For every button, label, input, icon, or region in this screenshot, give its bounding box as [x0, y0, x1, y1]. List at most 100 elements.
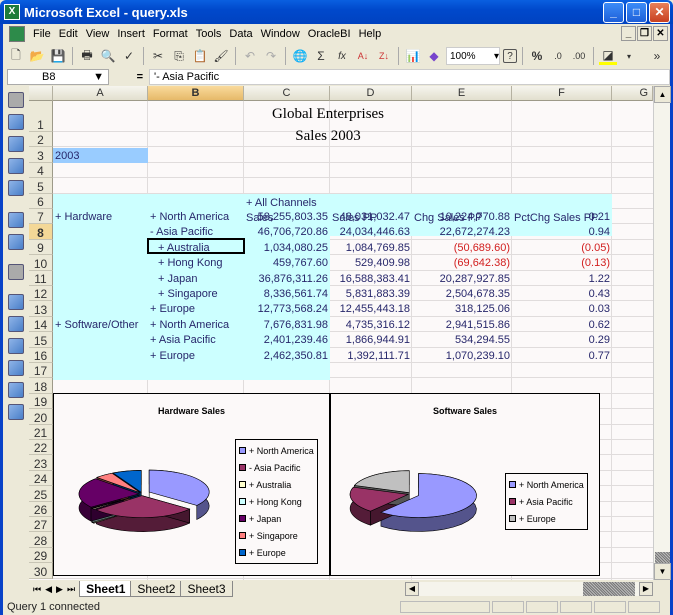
row-header-23[interactable]: 23: [29, 455, 53, 471]
row-header-28[interactable]: 28: [29, 532, 53, 548]
cell-b8[interactable]: - Asia Pacific: [148, 226, 244, 238]
row-header-4[interactable]: 4: [29, 162, 53, 179]
pivot-icon[interactable]: [8, 158, 24, 174]
cell-e9[interactable]: (50,689.60): [412, 242, 512, 254]
cell-a2[interactable]: 2003: [53, 150, 81, 162]
cell-c9[interactable]: 1,034,080.25: [244, 242, 330, 254]
cell-f16[interactable]: 0.77: [512, 350, 612, 362]
sort-descending-icon[interactable]: Z↓: [375, 47, 393, 65]
row-header-6[interactable]: 6: [29, 193, 53, 209]
scroll-up-button[interactable]: ▲: [654, 86, 671, 103]
cell-d9[interactable]: 1,084,769.85: [330, 242, 412, 254]
fill-color-dropdown-icon[interactable]: ▾: [620, 47, 638, 65]
maximize-button[interactable]: □: [626, 2, 647, 23]
menu-view[interactable]: View: [82, 28, 114, 40]
layout-icon[interactable]: [8, 316, 24, 332]
hyperlink-icon[interactable]: 🌐: [291, 47, 309, 65]
properties-icon[interactable]: [8, 294, 24, 310]
row-header-30[interactable]: 30: [29, 563, 53, 579]
cell-c11[interactable]: 36,876,311.26: [244, 273, 330, 285]
cell-d16[interactable]: 1,392,111.71: [330, 350, 412, 362]
menu-data[interactable]: Data: [225, 28, 256, 40]
excel-app-icon[interactable]: X: [4, 4, 20, 20]
row-header-22[interactable]: 22: [29, 440, 53, 456]
workbook-restore-button[interactable]: ❐: [637, 26, 652, 41]
row-header-8[interactable]: 8: [29, 224, 53, 240]
active-cell-b8[interactable]: [147, 238, 245, 254]
workbook-minimize-button[interactable]: _: [621, 26, 636, 41]
cell-f13[interactable]: 0.03: [512, 303, 612, 315]
row-header-2[interactable]: 2: [29, 132, 53, 148]
cell-d11[interactable]: 16,588,383.41: [330, 273, 412, 285]
row-header-11[interactable]: 11: [29, 270, 53, 286]
first-sheet-button[interactable]: ⏮: [33, 584, 41, 595]
cell-d10[interactable]: 529,409.98: [330, 257, 412, 269]
cell-f11[interactable]: 1.22: [512, 273, 612, 285]
row-header-29[interactable]: 29: [29, 547, 53, 564]
minimize-button[interactable]: _: [603, 2, 624, 23]
cell-a7[interactable]: + Hardware: [53, 211, 148, 223]
row-header-7[interactable]: 7: [29, 209, 53, 225]
column-header-f[interactable]: F: [512, 86, 612, 101]
column-header-g[interactable]: G: [612, 86, 653, 101]
cell-c5-all-channels[interactable]: + All Channels: [244, 197, 319, 209]
cell-f15[interactable]: 0.29: [512, 334, 612, 346]
row-header-1[interactable]: 1: [29, 101, 53, 132]
cell-f14[interactable]: 0.62: [512, 319, 612, 331]
cell-e8[interactable]: 22,672,274.23: [412, 226, 512, 238]
column-header-b[interactable]: B: [148, 86, 244, 101]
cell-b14[interactable]: + North America: [148, 319, 244, 331]
cell-b11[interactable]: + Japan: [148, 273, 244, 285]
name-box[interactable]: B8 ▼: [7, 69, 109, 85]
row-header-18[interactable]: 18: [29, 378, 53, 394]
spreadsheet-grid[interactable]: A B C D E F G 1 2 3 4 5 6 7 8 9 10 11 12 13 14 15 16 17 1…: [29, 86, 653, 580]
cell-e15[interactable]: 534,294.55: [412, 334, 512, 346]
cell-e16[interactable]: 1,070,239.10: [412, 350, 512, 362]
row-header-10[interactable]: 10: [29, 255, 53, 271]
row-header-12[interactable]: 12: [29, 286, 53, 302]
cell-e14[interactable]: 2,941,515.86: [412, 319, 512, 331]
row-header-9[interactable]: 9: [29, 239, 53, 256]
cell-c8[interactable]: 46,706,720.86: [244, 226, 330, 238]
function-icon[interactable]: fx: [333, 47, 351, 65]
cell-c12[interactable]: 8,336,561.74: [244, 288, 330, 300]
row-header-5[interactable]: 5: [29, 178, 53, 194]
menu-tools[interactable]: Tools: [192, 28, 226, 40]
cell-e10[interactable]: (69,642.38): [412, 257, 512, 269]
cell-d15[interactable]: 1,866,944.91: [330, 334, 412, 346]
column-header-c[interactable]: C: [244, 86, 330, 101]
redo-icon[interactable]: ↷: [262, 47, 280, 65]
row-header-26[interactable]: 26: [29, 501, 53, 517]
decrease-decimal-icon[interactable]: .00: [570, 47, 588, 65]
cell-d12[interactable]: 5,831,883.39: [330, 288, 412, 300]
print-icon[interactable]: 🖶: [78, 47, 96, 65]
menu-file[interactable]: File: [29, 28, 55, 40]
software-sales-chart[interactable]: Software Sales + North America + Asia Pac…: [330, 393, 600, 576]
edit-query-icon[interactable]: [8, 114, 24, 130]
menu-window[interactable]: Window: [257, 28, 304, 40]
scroll-left-button[interactable]: ◀: [405, 582, 419, 596]
tab-sheet2[interactable]: Sheet2: [130, 581, 183, 597]
cell-b7[interactable]: + North America: [148, 211, 244, 223]
column-header-a[interactable]: A: [53, 86, 148, 101]
menu-insert[interactable]: Insert: [113, 28, 149, 40]
query-help-icon[interactable]: [8, 360, 24, 376]
cell-e12[interactable]: 2,504,678.35: [412, 288, 512, 300]
autosum-icon[interactable]: Σ: [312, 47, 330, 65]
cell-c16[interactable]: 2,462,350.81: [244, 350, 330, 362]
cut-icon[interactable]: ✂: [149, 47, 167, 65]
copy-icon[interactable]: ⎘: [170, 47, 188, 65]
vertical-scrollbar[interactable]: ▲ ▼: [653, 86, 671, 580]
cell-e7[interactable]: 10,224,770.88: [412, 211, 512, 223]
last-sheet-button[interactable]: ⏭: [67, 584, 75, 595]
select-all-corner[interactable]: [29, 86, 53, 101]
chart-wizard-icon[interactable]: 📊: [404, 47, 422, 65]
cell-e13[interactable]: 318,125.06: [412, 303, 512, 315]
tab-sheet1[interactable]: Sheet1: [79, 581, 133, 597]
toolbar-options-icon[interactable]: »: [648, 47, 666, 65]
zoom-dropdown[interactable]: 100% ▾: [446, 47, 500, 65]
edit-2-icon[interactable]: [8, 382, 24, 398]
hardware-sales-chart[interactable]: Hardware Sales + North America - Asia Pac…: [53, 393, 330, 576]
horizontal-scroll-thumb[interactable]: [583, 582, 635, 596]
row-header-15[interactable]: 15: [29, 332, 53, 348]
